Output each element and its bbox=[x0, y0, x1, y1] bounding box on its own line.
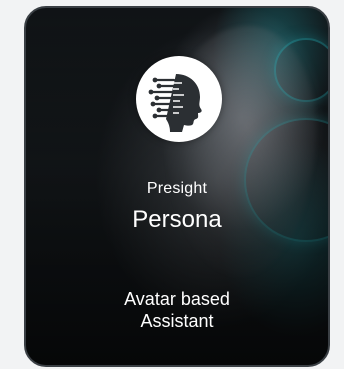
card-description: Avatar based Assistant bbox=[26, 288, 328, 332]
brand-name: Presight bbox=[146, 180, 208, 197]
description-line-1: Avatar based bbox=[124, 289, 230, 309]
ai-head-circuit-icon bbox=[136, 56, 222, 142]
persona-card[interactable]: Presight Persona Avatar based Assistant bbox=[24, 6, 330, 367]
description-line-2: Assistant bbox=[140, 311, 214, 331]
card-title: Persona bbox=[132, 206, 222, 233]
